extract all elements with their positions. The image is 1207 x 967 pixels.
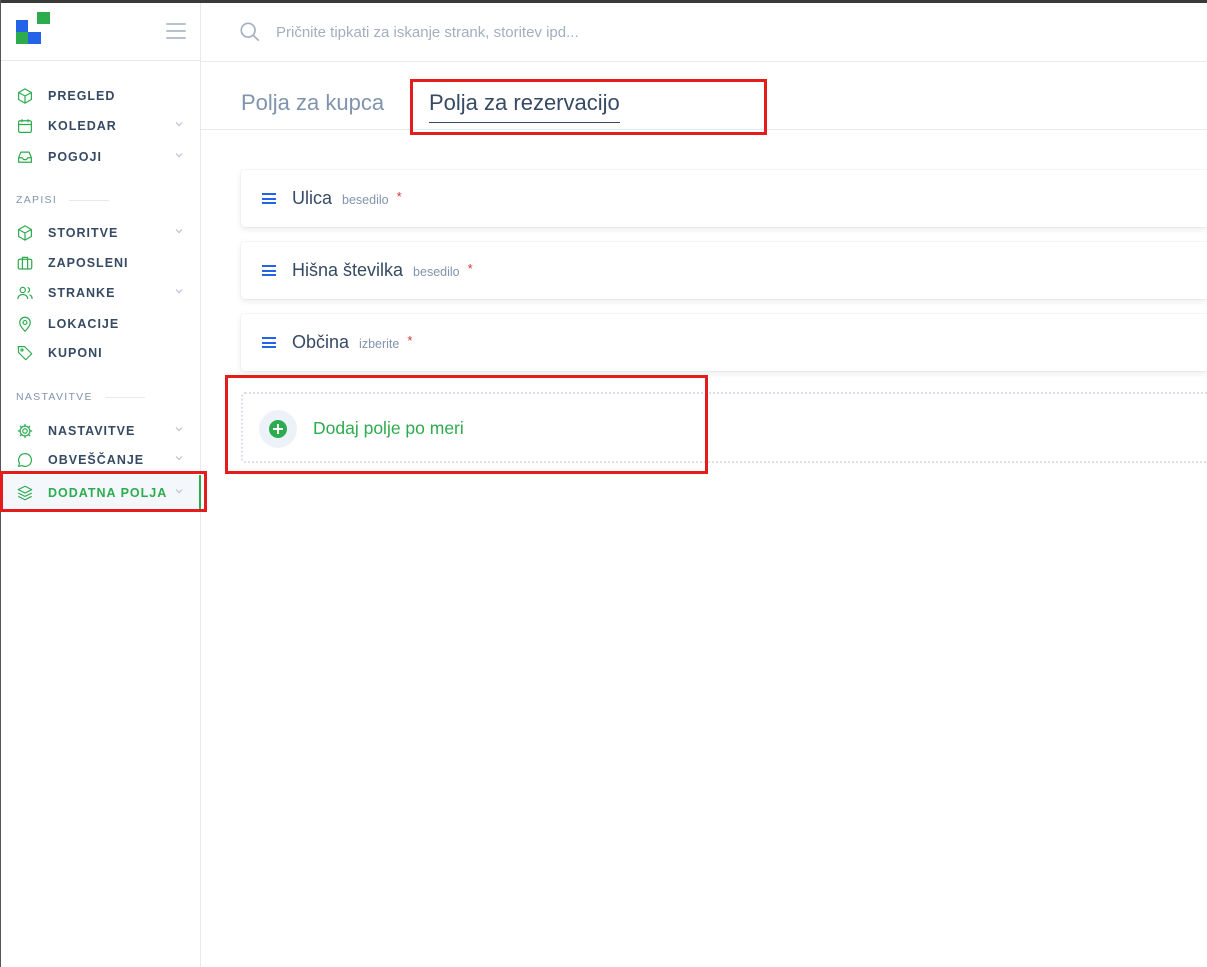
brand-logo[interactable] — [16, 12, 50, 44]
tab-polja-za-rezervacijo[interactable]: Polja za rezervacijo — [429, 90, 620, 123]
tag-icon — [16, 344, 34, 362]
sidebar-item-stranke[interactable]: STRANKE — [1, 279, 201, 307]
calendar-icon — [16, 117, 34, 135]
cube-icon — [16, 224, 34, 242]
chevron-down-icon — [174, 150, 184, 160]
sidebar-section-zapisi: ZAPISI — [16, 194, 110, 206]
window-left-border — [0, 0, 1, 967]
sidebar-item-koledar[interactable]: KOLEDAR — [1, 112, 201, 140]
field-type: besedilo — [413, 265, 460, 279]
field-card[interactable]: Ulica besedilo * — [241, 170, 1207, 227]
required-mark: * — [396, 189, 402, 204]
field-name: Občina — [292, 332, 350, 352]
drag-handle-icon[interactable] — [262, 337, 276, 348]
field-name: Hišna številka — [292, 260, 404, 280]
sidebar-item-lokacije[interactable]: LOKACIJE — [1, 310, 201, 338]
gear-icon — [16, 422, 34, 440]
tab-polja-za-kupca[interactable]: Polja za kupca — [241, 90, 384, 116]
sidebar-item-storitve[interactable]: STORITVE — [1, 219, 201, 247]
sidebar-item-pregled[interactable]: PREGLED — [1, 82, 201, 110]
sidebar-item-nastavitve[interactable]: NASTAVITVE — [1, 417, 201, 445]
sidebar-item-kuponi[interactable]: KUPONI — [1, 339, 201, 367]
add-custom-field-label: Dodaj polje po meri — [313, 418, 464, 438]
chevron-down-icon — [174, 226, 184, 236]
chevron-down-icon — [174, 486, 184, 496]
field-type: izberite — [359, 337, 400, 351]
drag-handle-icon[interactable] — [262, 193, 276, 204]
required-mark: * — [407, 333, 413, 348]
chevron-down-icon — [174, 119, 184, 129]
map-pin-icon — [16, 315, 34, 333]
sidebar-item-zaposleni[interactable]: ZAPOSLENI — [1, 249, 201, 277]
search-input[interactable] — [276, 17, 876, 47]
chevron-down-icon — [174, 286, 184, 296]
sidebar-section-nastavitve: NASTAVITVE — [16, 391, 145, 403]
field-card[interactable]: Hišna številka besedilo * — [241, 242, 1207, 299]
field-name: Ulica — [292, 188, 333, 208]
briefcase-icon — [16, 254, 34, 272]
cube-icon — [16, 87, 34, 105]
required-mark: * — [467, 261, 473, 276]
search-icon[interactable] — [239, 21, 261, 43]
users-icon — [16, 284, 34, 302]
layers-icon — [16, 484, 34, 502]
add-custom-field-button[interactable]: Dodaj polje po meri — [241, 392, 1207, 463]
chat-bubble-icon — [16, 451, 34, 469]
menu-toggle-icon[interactable] — [166, 23, 186, 39]
field-type: besedilo — [342, 193, 389, 207]
sidebar-header — [1, 3, 200, 61]
chevron-down-icon — [174, 424, 184, 434]
sidebar-item-pogoji[interactable]: POGOJI — [1, 143, 201, 171]
field-tabs: Polja za kupca Polja za rezervacijo — [201, 62, 1207, 130]
top-header — [201, 3, 1207, 62]
field-card[interactable]: Občina izberite * — [241, 314, 1207, 371]
drag-handle-icon[interactable] — [262, 265, 276, 276]
inbox-icon — [16, 148, 34, 166]
sidebar: PREGLED KOLEDAR POGOJI ZAPISI STORITVE Z… — [1, 3, 201, 967]
chevron-down-icon — [174, 453, 184, 463]
add-circle-icon — [259, 410, 297, 448]
sidebar-item-obvescanje[interactable]: OBVEŠČANJE — [1, 446, 201, 474]
sidebar-item-dodatna-polja[interactable]: DODATNA POLJA — [1, 475, 201, 511]
